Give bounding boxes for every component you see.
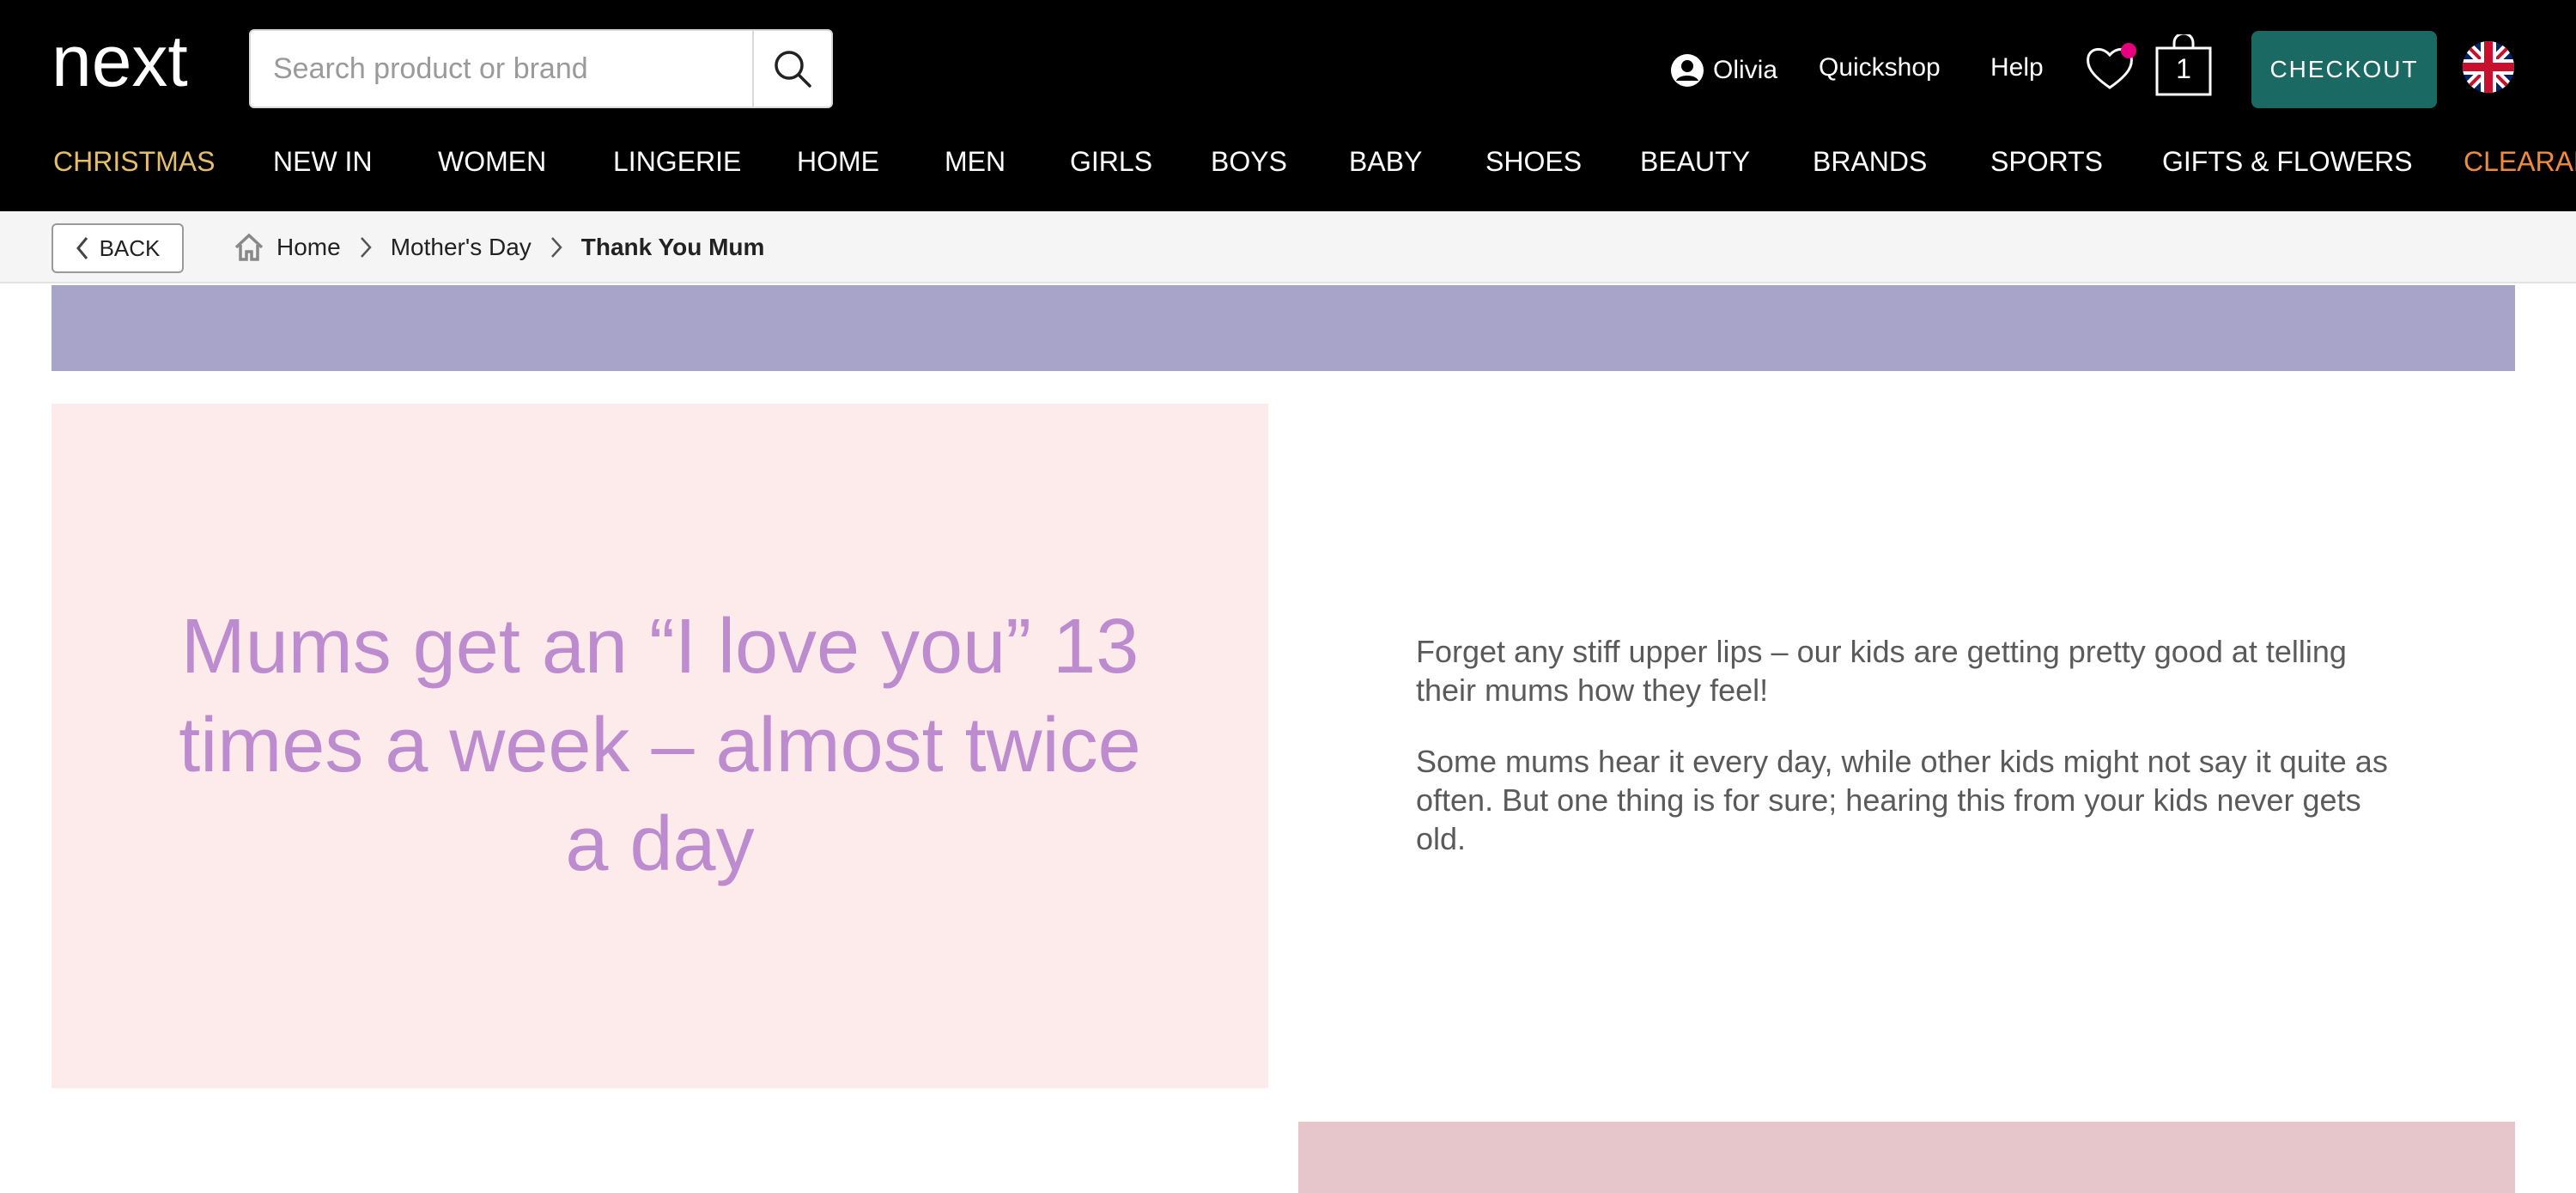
article-text: Forget any stiff upper lips – our kids a… [1416, 632, 2395, 891]
nav-clearance[interactable]: CLEARAN [2464, 146, 2576, 178]
nav-christmas[interactable]: CHRISTMAS [53, 146, 215, 178]
nav-brands[interactable]: BRANDS [1813, 146, 1927, 178]
nav-beauty[interactable]: BEAUTY [1640, 146, 1750, 178]
nav-baby[interactable]: BABY [1349, 146, 1422, 178]
paragraph: Some mums hear it every day, while other… [1416, 744, 2388, 856]
account-icon [1671, 54, 1704, 87]
search-icon [775, 51, 811, 88]
site-header: next Olivia Quickshop Help 1 CHECKOUT [0, 0, 2576, 211]
quickshop-link[interactable]: Quickshop [1819, 53, 1941, 82]
wishlist-badge [2121, 43, 2136, 58]
nav-girls[interactable]: GIRLS [1070, 146, 1152, 178]
nav-women[interactable]: WOMEN [438, 146, 546, 178]
back-button[interactable]: BACK [52, 223, 184, 273]
breadcrumb-bar: BACK Home Mother's Day Thank You Mum [0, 211, 2576, 283]
chevron-left-icon [76, 237, 88, 259]
nav-home[interactable]: HOME [797, 146, 879, 178]
account-name: Olivia [1713, 56, 1778, 84]
breadcrumb-home[interactable]: Home [276, 234, 341, 261]
checkout-button[interactable]: CHECKOUT [2251, 31, 2437, 108]
breadcrumb-current: Thank You Mum [580, 234, 765, 260]
nav-lingerie[interactable]: LINGERIE [613, 146, 741, 178]
breadcrumb: Home Mother's Day Thank You Mum [234, 232, 764, 263]
uk-flag-icon[interactable] [2463, 41, 2514, 93]
search-button[interactable] [752, 31, 831, 107]
help-link[interactable]: Help [1990, 53, 2044, 82]
quote-panel: Mums get an “I love you” 13 times a week… [52, 404, 1268, 1088]
search-input[interactable] [251, 31, 753, 107]
nav-shoes[interactable]: SHOES [1485, 146, 1582, 178]
account-link[interactable]: Olivia [1670, 53, 1777, 88]
chevron-right-icon [360, 236, 372, 259]
quote-headline: Mums get an “I love you” 13 times a week… [179, 604, 1141, 887]
image-block [1298, 1122, 2515, 1193]
nav-men[interactable]: MEN [945, 146, 1005, 178]
hero-banner [52, 285, 2515, 371]
paragraph: Forget any stiff upper lips – our kids a… [1416, 634, 2347, 708]
breadcrumb-mothers-day[interactable]: Mother's Day [391, 234, 532, 261]
home-icon[interactable] [234, 233, 264, 262]
nav-boys[interactable]: BOYS [1211, 146, 1287, 178]
chevron-right-icon [550, 236, 562, 259]
bag-count: 1 [2176, 53, 2191, 84]
main-nav: CHRISTMAS NEW IN WOMEN LINGERIE HOME MEN… [0, 146, 2576, 194]
nav-gifts-flowers[interactable]: GIFTS & FLOWERS [2162, 146, 2413, 178]
next-logo[interactable]: next [52, 33, 232, 101]
nav-new-in[interactable]: NEW IN [273, 146, 373, 178]
back-label: BACK [99, 234, 161, 261]
svg-text:next: next [52, 33, 188, 101]
search-box [249, 29, 833, 108]
nav-sports[interactable]: SPORTS [1990, 146, 2103, 178]
